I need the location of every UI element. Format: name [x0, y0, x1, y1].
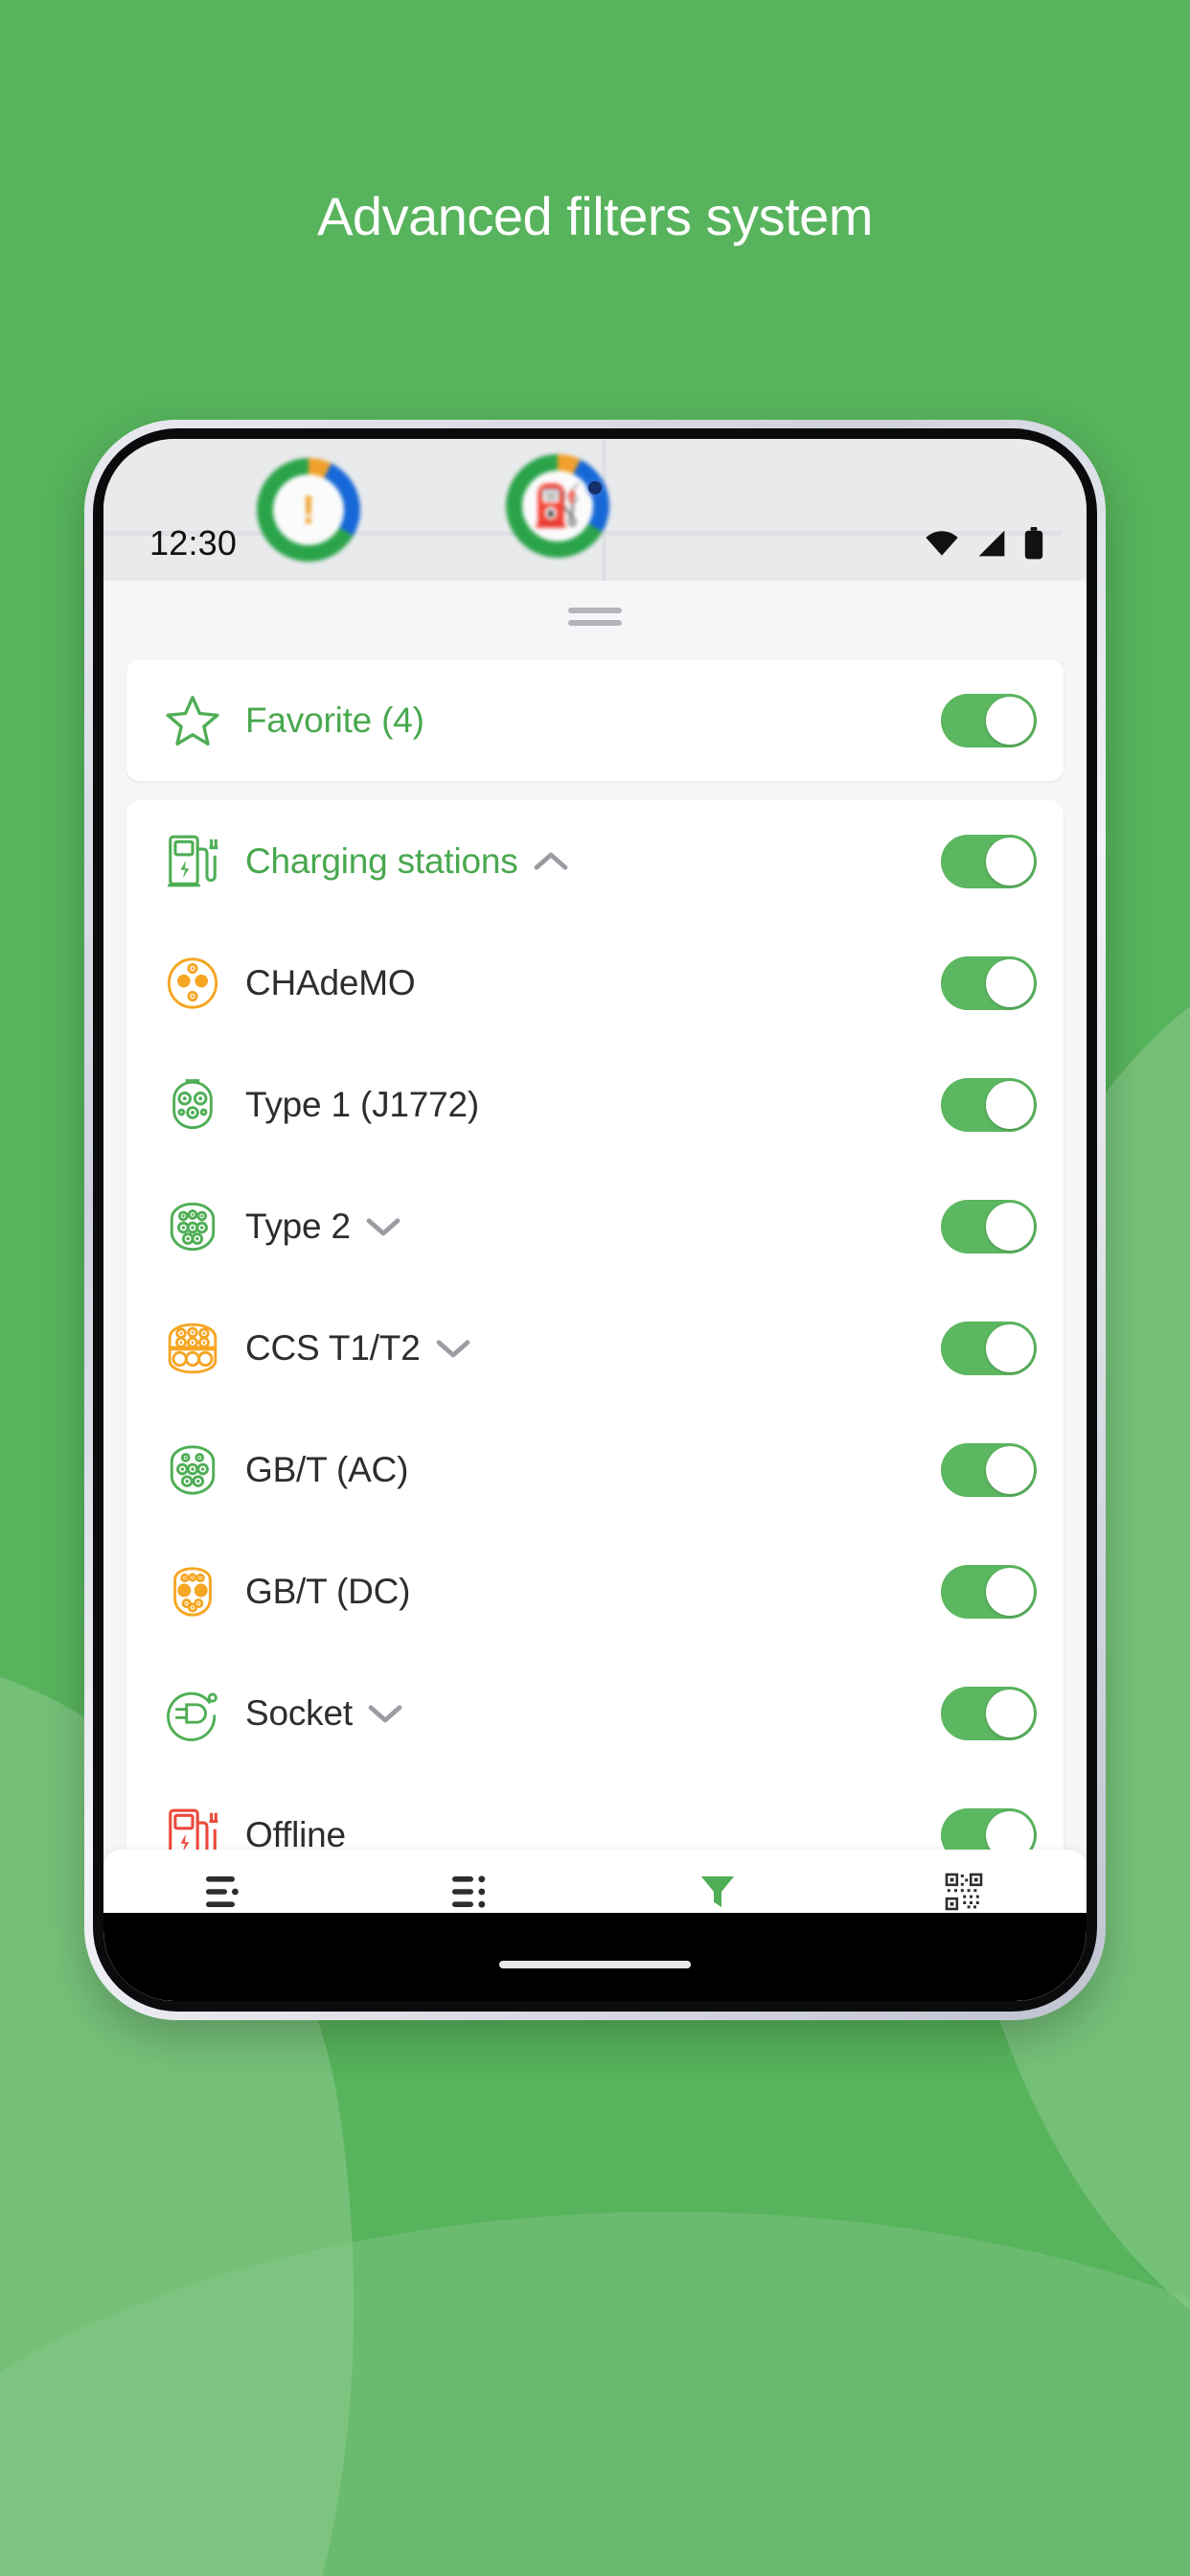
decor-blob-bottom: [0, 2212, 1190, 2576]
wifi-icon: [924, 529, 960, 558]
chevron-down-icon[interactable]: [366, 1216, 400, 1237]
charging-station-icon: [153, 832, 232, 891]
filter-row-type2[interactable]: Type 2: [126, 1165, 1064, 1287]
phone-screen: ! ⛽ 12:30 Favorite (4) Charging stations…: [103, 439, 1087, 2001]
filter-row-label: GB/T (AC): [232, 1450, 941, 1490]
filter-label-text: Offline: [245, 1814, 346, 1851]
filter-row-label: GB/T (DC): [232, 1572, 941, 1612]
filter-label-text: Type 1 (J1772): [245, 1084, 480, 1124]
ccs-connector-icon: [153, 1321, 232, 1376]
filter-row-label: Charging stations: [232, 841, 941, 882]
filter-row-favorite[interactable]: Favorite (4): [126, 659, 1064, 781]
filter-row-type1[interactable]: Type 1 (J1772): [126, 1044, 1064, 1165]
filter-label-text: Type 2: [245, 1206, 351, 1246]
cellular-signal-icon: [975, 529, 1008, 558]
status-clock: 12:30: [149, 523, 238, 563]
toggle-knob: [986, 1323, 1034, 1372]
filter-toggle-charging-stations[interactable]: [941, 834, 1037, 888]
filter-toggle-socket[interactable]: [941, 1686, 1037, 1740]
menu-lines-icon: [204, 1871, 248, 1913]
filter-label-text: CCS T1/T2: [245, 1327, 421, 1368]
filter-row-offline[interactable]: Offline: [126, 1774, 1064, 1850]
filter-row-label: Offline: [232, 1815, 941, 1851]
filter-toggle-gbt-dc[interactable]: [941, 1564, 1037, 1619]
filter-row-label: Type 2: [232, 1207, 941, 1247]
toggle-knob: [986, 1445, 1034, 1494]
promo-headline: Advanced filters system: [317, 186, 873, 246]
toggle-knob: [986, 1810, 1034, 1850]
toggle-knob: [986, 958, 1034, 1007]
sheet-drag-handle[interactable]: [103, 581, 1087, 652]
battery-icon: [1023, 527, 1044, 560]
filter-group-favorites: Favorite (4): [126, 659, 1064, 781]
type1-connector-icon: [153, 1077, 232, 1133]
filter-toggle-ccs[interactable]: [941, 1321, 1037, 1375]
filter-label-text: Charging stations: [245, 840, 518, 881]
qr-code-icon: [945, 1871, 983, 1913]
toggle-knob: [986, 1689, 1034, 1737]
type2-connector-icon: [153, 1199, 232, 1254]
filter-row-socket[interactable]: Socket: [126, 1652, 1064, 1774]
toggle-knob: [986, 1202, 1034, 1251]
filter-toggle-type1[interactable]: [941, 1077, 1037, 1132]
filter-group-charging-stations: Charging stations CHAdeMO Type 1 (J1772)…: [126, 800, 1064, 1850]
filter-toggle-offline[interactable]: [941, 1807, 1037, 1850]
android-nav-bar: [103, 1913, 1087, 2001]
toggle-knob: [986, 696, 1034, 745]
front-camera-icon: [588, 481, 602, 494]
filters-bottom-sheet: Favorite (4) Charging stations CHAdeMO T…: [103, 581, 1087, 2001]
filter-row-charging-stations[interactable]: Charging stations: [126, 800, 1064, 922]
gbt-dc-connector-icon: [153, 1564, 232, 1620]
filter-label-text: GB/T (AC): [245, 1449, 409, 1489]
promo-screenshot: Advanced filters system ! ⛽ 12:30 Favori…: [0, 0, 1190, 2576]
filter-row-gbt-dc[interactable]: GB/T (DC): [126, 1530, 1064, 1652]
socket-plug-icon: [153, 1686, 232, 1741]
filter-toggle-favorite[interactable]: [941, 693, 1037, 748]
chevron-down-icon[interactable]: [368, 1703, 402, 1724]
filter-toggle-type2[interactable]: [941, 1199, 1037, 1254]
filter-funnel-icon: [697, 1871, 739, 1913]
filter-label-text: GB/T (DC): [245, 1571, 411, 1611]
star-outline-icon: [153, 691, 232, 750]
filter-label-text: CHAdeMO: [245, 962, 416, 1002]
filter-row-label: CHAdeMO: [232, 963, 941, 1003]
toggle-knob: [986, 1567, 1034, 1616]
status-icons: [924, 527, 1044, 560]
toggle-knob: [986, 1080, 1034, 1129]
chevron-down-icon[interactable]: [436, 1338, 470, 1359]
chevron-up-icon[interactable]: [534, 851, 568, 872]
phone-mockup: ! ⛽ 12:30 Favorite (4) Charging stations…: [84, 420, 1106, 2020]
gesture-handle[interactable]: [499, 1961, 691, 1968]
filter-row-label: Favorite (4): [232, 701, 941, 741]
handle-bar: [568, 619, 622, 626]
list-icon: [450, 1871, 494, 1913]
chademo-connector-icon: [153, 955, 232, 1011]
filter-label-text: Favorite (4): [245, 700, 424, 740]
filter-row-gbt-ac[interactable]: GB/T (AC): [126, 1409, 1064, 1530]
filter-row-label: Type 1 (J1772): [232, 1085, 941, 1125]
filter-label-text: Socket: [245, 1692, 353, 1733]
filter-row-label: Socket: [232, 1693, 941, 1734]
filter-row-ccs[interactable]: CCS T1/T2: [126, 1287, 1064, 1409]
handle-bar: [568, 607, 622, 613]
filters-list[interactable]: Favorite (4) Charging stations CHAdeMO T…: [103, 652, 1087, 1850]
offline-station-icon: [153, 1806, 232, 1850]
filter-toggle-chademo[interactable]: [941, 955, 1037, 1010]
toggle-knob: [986, 837, 1034, 886]
filter-row-chademo[interactable]: CHAdeMO: [126, 922, 1064, 1044]
filter-toggle-gbt-ac[interactable]: [941, 1442, 1037, 1497]
status-bar: 12:30: [103, 508, 1087, 579]
gbt-ac-connector-icon: [153, 1442, 232, 1498]
filter-row-label: CCS T1/T2: [232, 1328, 941, 1368]
